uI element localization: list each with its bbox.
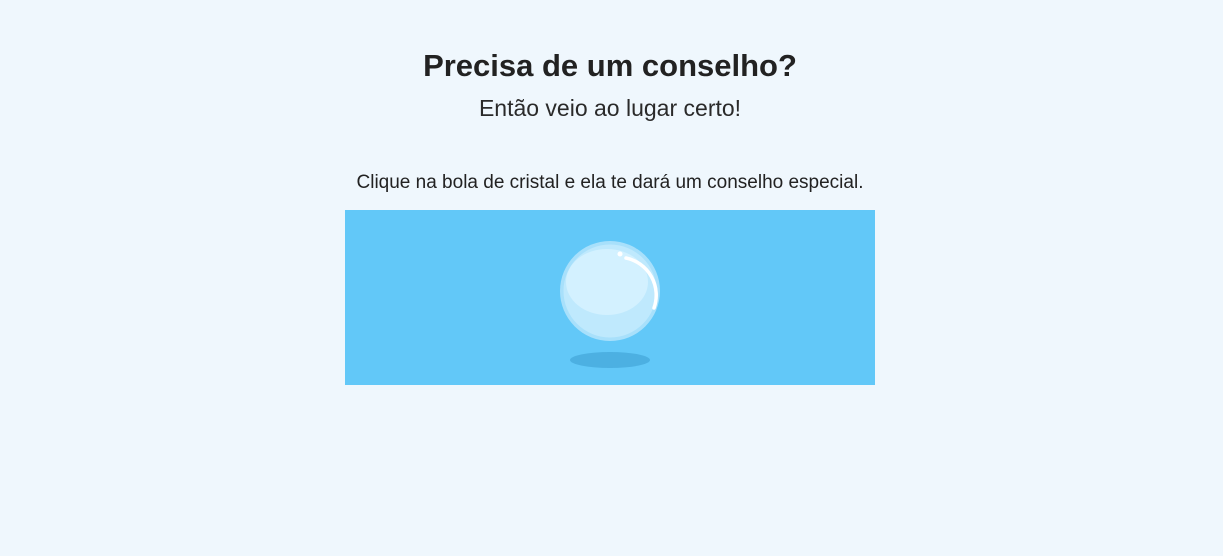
instruction-text: Clique na bola de cristal e ela te dará … [356,172,864,193]
page: Precisa de um conselho? Então veio ao lu… [0,0,1223,556]
ball-shadow [570,352,650,368]
crystal-ball-panel[interactable] [345,210,875,385]
page-subtitle: Então veio ao lugar certo! [478,95,742,121]
ball-inner-glow [566,249,648,315]
crystal-ball-icon[interactable] [345,210,875,385]
ball-sparkle [617,251,623,257]
page-title: Precisa de um conselho? [423,48,797,83]
